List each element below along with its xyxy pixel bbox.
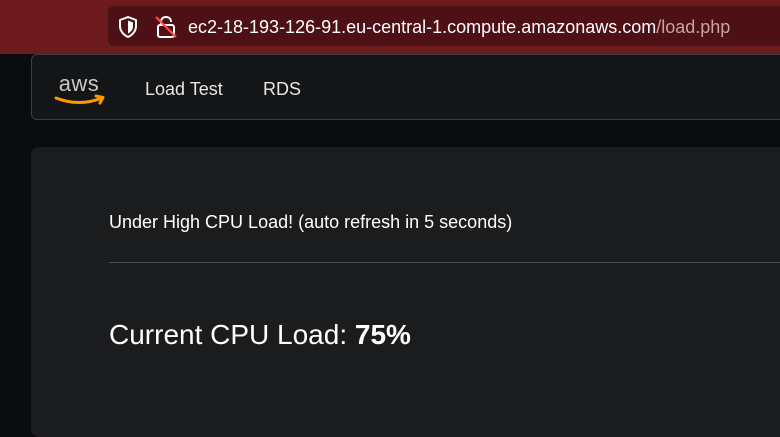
cpu-load-value: 75% xyxy=(354,319,411,350)
url-path: /load.php xyxy=(656,17,731,37)
divider xyxy=(109,262,780,263)
nav-link-rds[interactable]: RDS xyxy=(263,78,301,100)
aws-logo-text: aws xyxy=(59,72,100,96)
nav-link-load-test[interactable]: Load Test xyxy=(145,78,223,100)
content-card xyxy=(31,147,780,437)
url-text[interactable]: ec2-18-193-126-91.eu-central-1.compute.a… xyxy=(188,16,730,38)
url-host: ec2-18-193-126-91.eu-central-1.compute.a… xyxy=(188,17,657,37)
lock-icon[interactable] xyxy=(155,15,177,39)
cpu-load-label: Current CPU Load: xyxy=(109,319,355,350)
cpu-load-readout: Current CPU Load: 75% xyxy=(109,318,411,352)
navbar xyxy=(31,54,780,120)
aws-logo[interactable]: aws xyxy=(50,72,108,108)
load-status-message: Under High CPU Load! (auto refresh in 5 … xyxy=(109,212,513,232)
shield-icon[interactable] xyxy=(118,16,138,38)
